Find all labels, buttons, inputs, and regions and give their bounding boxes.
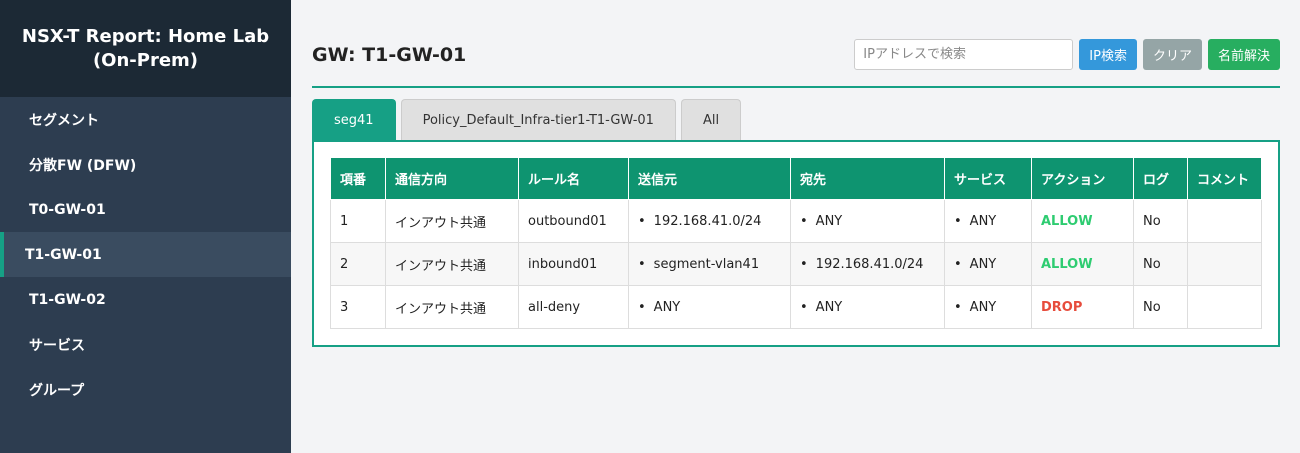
action-drop: DROP: [1041, 299, 1083, 315]
sidebar-item-label: サービス: [29, 337, 85, 354]
cell-comment: [1187, 285, 1262, 329]
cell-destination: ANY: [790, 199, 945, 243]
destination-item: 192.168.41.0/24: [800, 257, 923, 272]
search-controls: IP検索 クリア 名前解決: [854, 38, 1280, 70]
sidebar-item-label: T0-GW-01: [29, 201, 106, 218]
clear-button[interactable]: クリア: [1142, 38, 1202, 70]
source-item: ANY: [638, 300, 680, 315]
cell-log: No: [1133, 242, 1188, 286]
sidebar-item-groups[interactable]: グループ: [0, 367, 291, 412]
col-header-direction: 通信方向: [385, 157, 519, 200]
cell-no: 3: [330, 285, 386, 329]
col-header-comment: コメント: [1187, 157, 1262, 200]
tab-seg41[interactable]: seg41: [312, 99, 396, 140]
action-allow: ALLOW: [1041, 213, 1093, 229]
cell-rule-name: outbound01: [518, 199, 629, 243]
cell-service: ANY: [944, 242, 1032, 286]
cell-action: ALLOW: [1031, 242, 1134, 286]
cell-service: ANY: [944, 199, 1032, 243]
cell-destination: ANY: [790, 285, 945, 329]
tab-policy-default[interactable]: Policy_Default_Infra-tier1-T1-GW-01: [400, 99, 676, 140]
sidebar-item-label: T1-GW-01: [25, 246, 102, 263]
rules-panel: 項番 通信方向 ルール名 送信元 宛先 サービス アクション ログ コメント 1…: [312, 140, 1280, 347]
col-header-service: サービス: [944, 157, 1032, 200]
main-content: GW: T1-GW-01 IP検索 クリア 名前解決 seg41 Policy_…: [291, 0, 1300, 453]
col-header-destination: 宛先: [790, 157, 945, 200]
sidebar-item-t0-gw-01[interactable]: T0-GW-01: [0, 187, 291, 232]
report-title-line2: (On-Prem): [92, 49, 199, 71]
policy-tabs: seg41 Policy_Default_Infra-tier1-T1-GW-0…: [312, 99, 1280, 140]
cell-direction: インアウト共通: [385, 242, 519, 286]
cell-rule-name: inbound01: [518, 242, 629, 286]
cell-action: DROP: [1031, 285, 1134, 329]
sidebar-item-label: グループ: [29, 382, 85, 399]
sidebar-nav: セグメント 分散FW (DFW) T0-GW-01 T1-GW-01 T1-GW…: [0, 97, 291, 412]
cell-no: 1: [330, 199, 386, 243]
cell-direction: インアウト共通: [385, 285, 519, 329]
topbar: GW: T1-GW-01 IP検索 クリア 名前解決: [312, 0, 1280, 88]
cell-comment: [1187, 199, 1262, 243]
table-header-row: 項番 通信方向 ルール名 送信元 宛先 サービス アクション ログ コメント: [330, 157, 1262, 200]
col-header-action: アクション: [1031, 157, 1134, 200]
ip-search-button[interactable]: IP検索: [1079, 38, 1137, 70]
report-title-line1: NSX-T Report: Home Lab: [21, 26, 270, 48]
cell-no: 2: [330, 242, 386, 286]
name-resolve-button[interactable]: 名前解決: [1207, 38, 1280, 70]
cell-comment: [1187, 242, 1262, 286]
destination-item: ANY: [800, 300, 842, 315]
cell-action: ALLOW: [1031, 199, 1134, 243]
destination-item: ANY: [800, 214, 842, 229]
rules-table: 項番 通信方向 ルール名 送信元 宛先 サービス アクション ログ コメント 1…: [330, 157, 1262, 329]
col-header-no: 項番: [330, 157, 386, 200]
table-row: 2 インアウト共通 inbound01 segment-vlan41 192.1…: [330, 242, 1262, 286]
table-row: 3 インアウト共通 all-deny ANY ANY ANY DROP No: [330, 285, 1262, 329]
cell-source: segment-vlan41: [628, 242, 791, 286]
sidebar-item-t1-gw-01[interactable]: T1-GW-01: [0, 232, 291, 277]
cell-service: ANY: [944, 285, 1032, 329]
cell-source: 192.168.41.0/24: [628, 199, 791, 243]
table-row: 1 インアウト共通 outbound01 192.168.41.0/24 ANY…: [330, 199, 1262, 243]
cell-direction: インアウト共通: [385, 199, 519, 243]
cell-rule-name: all-deny: [518, 285, 629, 329]
col-header-source: 送信元: [628, 157, 791, 200]
col-header-log: ログ: [1133, 157, 1188, 200]
sidebar-item-dfw[interactable]: 分散FW (DFW): [0, 142, 291, 187]
sidebar-item-t1-gw-02[interactable]: T1-GW-02: [0, 277, 291, 322]
col-header-rule-name: ルール名: [518, 157, 629, 200]
sidebar: NSX-T Report: Home Lab (On-Prem) セグメント 分…: [0, 0, 291, 453]
action-allow: ALLOW: [1041, 256, 1093, 272]
service-item: ANY: [954, 214, 996, 229]
cell-log: No: [1133, 285, 1188, 329]
cell-log: No: [1133, 199, 1188, 243]
sidebar-item-label: 分散FW (DFW): [29, 157, 137, 174]
source-item: 192.168.41.0/24: [638, 214, 761, 229]
sidebar-item-label: T1-GW-02: [29, 291, 106, 308]
service-item: ANY: [954, 300, 996, 315]
sidebar-item-services[interactable]: サービス: [0, 322, 291, 367]
tab-all[interactable]: All: [680, 99, 742, 140]
cell-destination: 192.168.41.0/24: [790, 242, 945, 286]
service-item: ANY: [954, 257, 996, 272]
source-item: segment-vlan41: [638, 257, 759, 272]
sidebar-item-segments[interactable]: セグメント: [0, 97, 291, 142]
ip-search-input[interactable]: [854, 38, 1074, 70]
cell-source: ANY: [628, 285, 791, 329]
page-title: GW: T1-GW-01: [312, 44, 467, 66]
report-title: NSX-T Report: Home Lab (On-Prem): [0, 0, 291, 97]
sidebar-item-label: セグメント: [29, 112, 99, 129]
